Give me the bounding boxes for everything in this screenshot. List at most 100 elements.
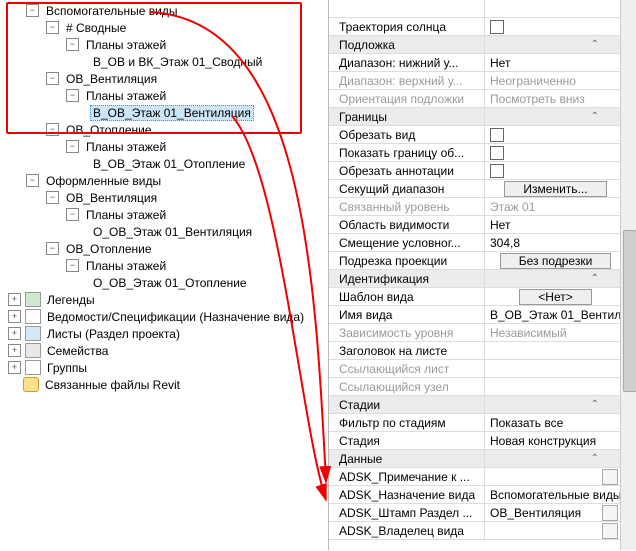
collapse-icon[interactable]: ⌃ <box>591 39 599 50</box>
prop-value: Посмотреть вниз <box>484 90 621 107</box>
prop-row-adsk-owner[interactable]: ADSK_Владелец вида <box>329 522 621 540</box>
prop-row-phase-filter[interactable]: Фильтр по стадиямПоказать все <box>329 414 621 432</box>
checkbox[interactable] <box>490 146 504 160</box>
prop-row-dep-level: Зависимость уровняНезависимый <box>329 324 621 342</box>
prop-key: Область видимости <box>329 218 484 232</box>
prop-value[interactable]: Вспомогательные виды <box>490 488 621 502</box>
prop-row-sun-trajectory[interactable]: Траектория солнца <box>329 18 621 36</box>
prop-row-range-top: Диапазон: верхний у...Неограниченно <box>329 72 621 90</box>
prop-header-data[interactable]: Данные⌃ <box>329 450 621 468</box>
tree-node-ov-vent[interactable]: ОВ_Вентиляция <box>8 189 326 206</box>
collapse-icon[interactable]: ⌃ <box>591 111 599 122</box>
prop-key: Шаблон вида <box>329 290 484 304</box>
prop-row-view-template[interactable]: Шаблон вида <Нет> <box>329 288 621 306</box>
groups-icon <box>25 360 41 375</box>
prop-header-bounds[interactable]: Границы⌃ <box>329 108 621 126</box>
edit-button[interactable]: <Нет> <box>519 289 591 305</box>
tree-label: Листы (Раздел проекта) <box>44 327 183 341</box>
collapse-icon[interactable]: ⌃ <box>591 453 599 464</box>
prop-key: Обрезать вид <box>329 128 484 142</box>
prop-row-proj-crop[interactable]: Подрезка проекцииБез подрезки <box>329 252 621 270</box>
param-button-icon[interactable] <box>602 505 618 521</box>
expander-icon[interactable] <box>66 259 79 272</box>
properties-panel[interactable]: Траектория солнца Подложка⌃ Диапазон: ни… <box>328 0 636 550</box>
expander-icon[interactable] <box>66 140 79 153</box>
prop-row-crop-view[interactable]: Обрезать вид <box>329 126 621 144</box>
expander-icon[interactable] <box>46 242 59 255</box>
prop-key: Обрезать аннотации <box>329 164 484 178</box>
tree-node-plans[interactable]: Планы этажей <box>8 257 326 274</box>
prop-row-anno-crop[interactable]: Обрезать аннотации <box>329 162 621 180</box>
tree-node-sheets[interactable]: Листы (Раздел проекта) <box>8 325 326 342</box>
tree-node-links[interactable]: Связанные файлы Revit <box>8 376 326 393</box>
tree-node-families[interactable]: Семейства <box>8 342 326 359</box>
tree-node-legends[interactable]: Легенды <box>8 291 326 308</box>
expander-icon[interactable] <box>66 208 79 221</box>
prop-key: Показать границу об... <box>329 146 484 160</box>
prop-row-sec-range[interactable]: Секущий диапазонИзменить... <box>329 180 621 198</box>
prop-row-view-name[interactable]: Имя видаВ_ОВ_Этаж 01_Вентил... <box>329 306 621 324</box>
prop-value[interactable]: В_ОВ_Этаж 01_Вентил... <box>484 306 621 323</box>
tree-node-plans[interactable]: Планы этажей <box>8 206 326 223</box>
prop-header-identification[interactable]: Идентификация ⌃ <box>329 270 621 288</box>
scrollbar[interactable] <box>620 0 636 550</box>
collapse-icon[interactable]: ⌃ <box>591 273 599 284</box>
prop-value[interactable]: Нет <box>484 216 621 233</box>
prop-row-offset[interactable]: Смещение условног...304,8 <box>329 234 621 252</box>
tree-node-oformlennye[interactable]: Оформленные виды <box>8 172 326 189</box>
collapse-icon[interactable]: ⌃ <box>591 399 599 410</box>
prop-key: Траектория солнца <box>329 20 484 34</box>
prop-value[interactable]: Показать все <box>484 414 621 431</box>
expander-icon[interactable] <box>46 191 59 204</box>
expander-icon[interactable] <box>8 293 21 306</box>
tree-leaf[interactable]: В_ОВ_Этаж 01_Отопление <box>8 155 326 172</box>
prop-key: Ссылающийся узел <box>329 380 484 394</box>
prop-header-phases[interactable]: Стадии⌃ <box>329 396 621 414</box>
prop-key: Имя вида <box>329 308 484 322</box>
prop-key: Диапазон: верхний у... <box>329 74 484 88</box>
tree-label: ОВ_Вентиляция <box>63 191 160 205</box>
edit-button[interactable]: Без подрезки <box>500 253 612 269</box>
prop-value[interactable]: 304,8 <box>484 234 621 251</box>
tree-label: ОВ_Отопление <box>63 242 155 256</box>
prop-row-range-bottom[interactable]: Диапазон: нижний у...Нет <box>329 54 621 72</box>
param-button-icon[interactable] <box>602 469 618 485</box>
prop-value[interactable]: Новая конструкция <box>484 432 621 449</box>
prop-row-phase[interactable]: СтадияНовая конструкция <box>329 432 621 450</box>
tree-leaf[interactable]: О_ОВ_Этаж 01_Вентиляция <box>8 223 326 240</box>
expander-icon[interactable] <box>26 174 39 187</box>
edit-button[interactable]: Изменить... <box>504 181 606 197</box>
schedules-icon <box>25 309 41 324</box>
tree-label: Планы этажей <box>83 259 169 273</box>
prop-key: ADSK_Владелец вида <box>329 524 484 538</box>
prop-row-ref-node: Ссылающийся узел <box>329 378 621 396</box>
prop-header-underlay[interactable]: Подложка⌃ <box>329 36 621 54</box>
tree-label: Планы этажей <box>83 208 169 222</box>
checkbox[interactable] <box>490 20 504 34</box>
expander-icon[interactable] <box>8 344 21 357</box>
tree-leaf[interactable]: О_ОВ_Этаж 01_Отопление <box>8 274 326 291</box>
prop-row-adsk-naznachenie[interactable]: ADSK_Назначение видаВспомогательные виды <box>329 486 621 504</box>
checkbox[interactable] <box>490 164 504 178</box>
prop-value[interactable]: ОВ_Вентиляция <box>490 506 602 520</box>
prop-key: Зависимость уровня <box>329 326 484 340</box>
expander-icon[interactable] <box>8 361 21 374</box>
prop-row-adsk-note[interactable]: ADSK_Примечание к ... <box>329 468 621 486</box>
scrollbar-thumb[interactable] <box>623 230 636 392</box>
tree-node-groups[interactable]: Группы <box>8 359 326 376</box>
checkbox[interactable] <box>490 128 504 142</box>
prop-header-label: Идентификация <box>329 272 484 286</box>
tree-label: Ведомости/Спецификации (Назначение вида) <box>44 310 307 324</box>
prop-row-title-sheet[interactable]: Заголовок на листе <box>329 342 621 360</box>
tree-node-ov-otop[interactable]: ОВ_Отопление <box>8 240 326 257</box>
prop-row-scope[interactable]: Область видимостиНет <box>329 216 621 234</box>
param-button-icon[interactable] <box>602 523 618 539</box>
prop-row-adsk-stamp[interactable]: ADSK_Штамп Раздел ...ОВ_Вентиляция <box>329 504 621 522</box>
prop-value[interactable] <box>484 342 621 359</box>
expander-icon[interactable] <box>8 310 21 323</box>
tree-node-schedules[interactable]: Ведомости/Спецификации (Назначение вида) <box>8 308 326 325</box>
prop-row-show-crop[interactable]: Показать границу об... <box>329 144 621 162</box>
expander-icon[interactable] <box>8 327 21 340</box>
prop-value[interactable]: Нет <box>484 54 621 71</box>
tree-node-plans[interactable]: Планы этажей <box>8 138 326 155</box>
